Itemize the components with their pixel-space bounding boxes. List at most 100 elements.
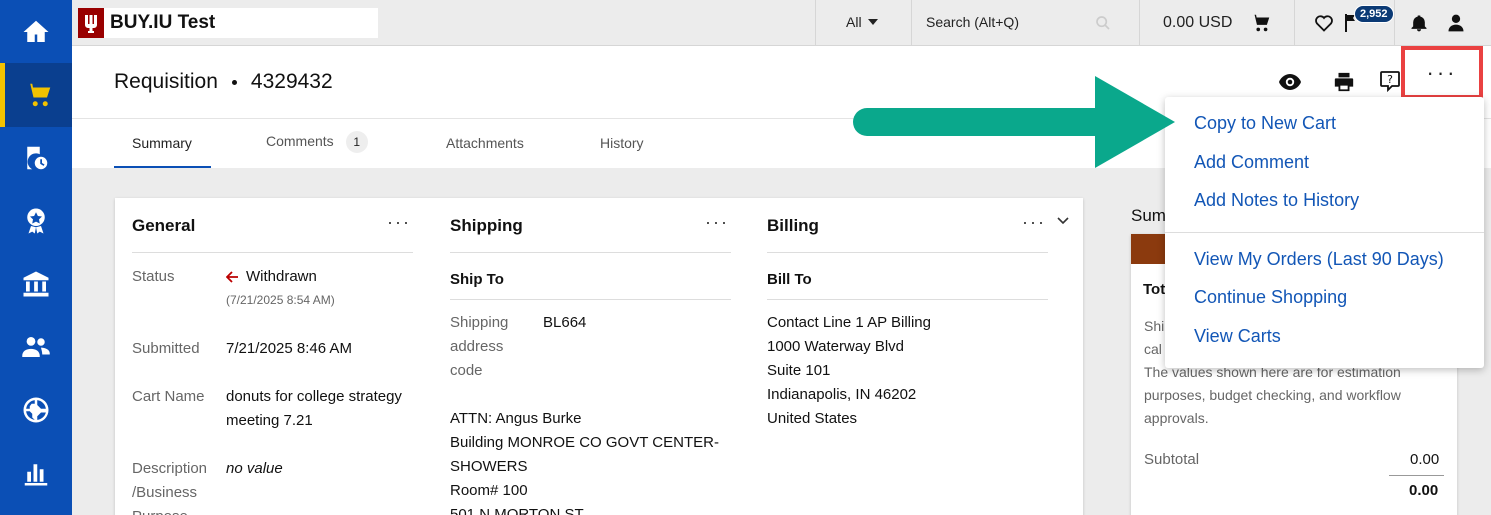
cart-name-line1: donuts for college strategy: [226, 388, 402, 405]
heart-icon[interactable]: [1312, 11, 1336, 35]
divider: [767, 252, 1048, 253]
divider: [1165, 232, 1484, 233]
nav-shop[interactable]: [0, 63, 72, 127]
divider: [1394, 0, 1395, 46]
tab-attachments[interactable]: Attachments: [446, 135, 524, 151]
shopping-cart-icon: [26, 83, 50, 107]
cart-name-line2: meeting 7.21: [226, 412, 313, 429]
divider: [450, 252, 731, 253]
shipping-address-code-label-3: code: [450, 362, 483, 379]
summary-card-title: Tot: [1143, 281, 1166, 298]
ship-line-4: Room# 100: [450, 482, 528, 499]
ship-to-heading: Ship To: [450, 271, 504, 288]
bill-line-4: Indianapolis, IN 46202: [767, 386, 917, 403]
active-tab-indicator: [114, 166, 211, 168]
bill-line-2: 1000 Waterway Blvd: [767, 338, 905, 355]
help-icon[interactable]: ?: [1377, 68, 1403, 94]
actions-menu: Copy to New Cart Add Comment Add Notes t…: [1165, 97, 1484, 368]
cart-icon[interactable]: [1248, 10, 1274, 36]
app-title: BUY.IU Test: [110, 12, 216, 33]
menu-continue-shopping[interactable]: Continue Shopping: [1194, 287, 1347, 308]
orders-clock-icon: [27, 146, 48, 170]
ship-line-1: ATTN: Angus Burke: [450, 410, 582, 427]
description-value: no value: [226, 460, 283, 477]
ship-line-2: Building MONROE CO GOVT CENTER-: [450, 434, 719, 451]
shipping-address-code-label-2: address: [450, 338, 504, 355]
divider: [450, 299, 731, 300]
description-label-1: Description: [132, 460, 208, 477]
subtotal-value: 0.00: [1410, 451, 1440, 468]
summary-note-2: purposes, budget checking, and workflow: [1144, 387, 1401, 403]
shipping-more-button[interactable]: ···: [705, 212, 729, 233]
tab-history[interactable]: History: [600, 135, 644, 151]
summary-shipping-frag: Shi: [1144, 318, 1165, 334]
top-bar: BUY.IU Test All Search (Alt+Q) 0.00 USD …: [72, 0, 1491, 46]
award-ribbon-icon: [27, 208, 45, 234]
page-title: Requisition 4329432: [114, 70, 333, 94]
submitted-value: 7/21/2025 8:46 AM: [226, 340, 352, 357]
menu-add-comment[interactable]: Add Comment: [1194, 152, 1309, 173]
user-icon[interactable]: [1444, 11, 1468, 35]
svg-text:?: ?: [1387, 73, 1393, 86]
divider: [767, 299, 1048, 300]
search-icon[interactable]: [1095, 15, 1111, 36]
shipping-address-code-label-1: Shipping: [450, 314, 509, 331]
bank-icon: [23, 271, 49, 297]
bell-icon[interactable]: [1407, 11, 1431, 35]
billing-more-button[interactable]: ···: [1022, 212, 1046, 233]
app-logo[interactable]: BUY.IU Test: [78, 8, 378, 38]
divider: [1139, 0, 1140, 46]
menu-view-carts[interactable]: View Carts: [1194, 326, 1281, 347]
summary-calc-frag: cal: [1144, 341, 1162, 357]
bill-line-3: Suite 101: [767, 362, 831, 379]
summary-note-3: approvals.: [1144, 410, 1209, 426]
home-icon: [23, 20, 49, 42]
bill-to-heading: Bill To: [767, 271, 812, 288]
search-scope-select[interactable]: All: [846, 14, 878, 30]
eye-icon[interactable]: [1277, 70, 1303, 94]
bill-line-1: Contact Line 1 AP Billing: [767, 314, 931, 331]
search-scope-label: All: [846, 14, 862, 30]
left-nav: [0, 0, 72, 515]
doc-type: Requisition: [114, 70, 218, 93]
nav-suppliers[interactable]: [0, 315, 72, 379]
divider: [132, 252, 413, 253]
summary-heading: Sum: [1131, 206, 1166, 225]
globe-gear-icon: [23, 397, 49, 423]
print-icon[interactable]: [1331, 69, 1357, 95]
status-timestamp: (7/21/2025 8:54 AM): [226, 293, 335, 307]
nav-accounts[interactable]: [0, 252, 72, 316]
nav-contracts[interactable]: [0, 189, 72, 253]
divider: [911, 0, 912, 46]
search-input[interactable]: Search (Alt+Q): [926, 14, 1019, 30]
description-label-2: /Business: [132, 484, 198, 501]
menu-view-my-orders[interactable]: View My Orders (Last 90 Days): [1194, 249, 1444, 270]
nav-home[interactable]: [0, 0, 72, 64]
billing-title: Billing: [767, 216, 819, 235]
description-label-3: Purpose: [132, 505, 188, 515]
divider: [1294, 0, 1295, 46]
cart-total[interactable]: 0.00 USD: [1163, 14, 1232, 32]
menu-add-notes-to-history[interactable]: Add Notes to History: [1194, 190, 1359, 211]
nav-orders[interactable]: [0, 126, 72, 190]
shipping-title: Shipping: [450, 216, 523, 235]
tab-comments-label: Comments: [266, 133, 334, 149]
tab-comments[interactable]: Comments 1: [266, 131, 368, 153]
chevron-down-icon[interactable]: [1055, 213, 1071, 229]
general-more-button[interactable]: ···: [387, 212, 411, 233]
ship-line-5: 501 N MORTON ST: [450, 506, 584, 515]
caret-down-icon: [867, 19, 878, 25]
ship-line-3: SHOWERS: [450, 458, 528, 475]
tab-summary[interactable]: Summary: [132, 135, 192, 151]
status-text: Withdrawn: [246, 268, 317, 285]
trident-logo-icon: [78, 8, 104, 38]
nav-reports[interactable]: [0, 441, 72, 505]
menu-copy-to-new-cart[interactable]: Copy to New Cart: [1194, 113, 1336, 134]
more-actions-button[interactable]: ···: [1401, 46, 1483, 99]
flag-count-badge: 2,952: [1354, 5, 1394, 23]
status-label: Status: [132, 268, 175, 285]
arrow-left-icon: [226, 271, 238, 283]
requisition-details-card: General ··· Status Withdrawn (7/21/2025 …: [115, 198, 1083, 515]
separator-dot: [231, 79, 237, 85]
nav-global[interactable]: [0, 378, 72, 442]
